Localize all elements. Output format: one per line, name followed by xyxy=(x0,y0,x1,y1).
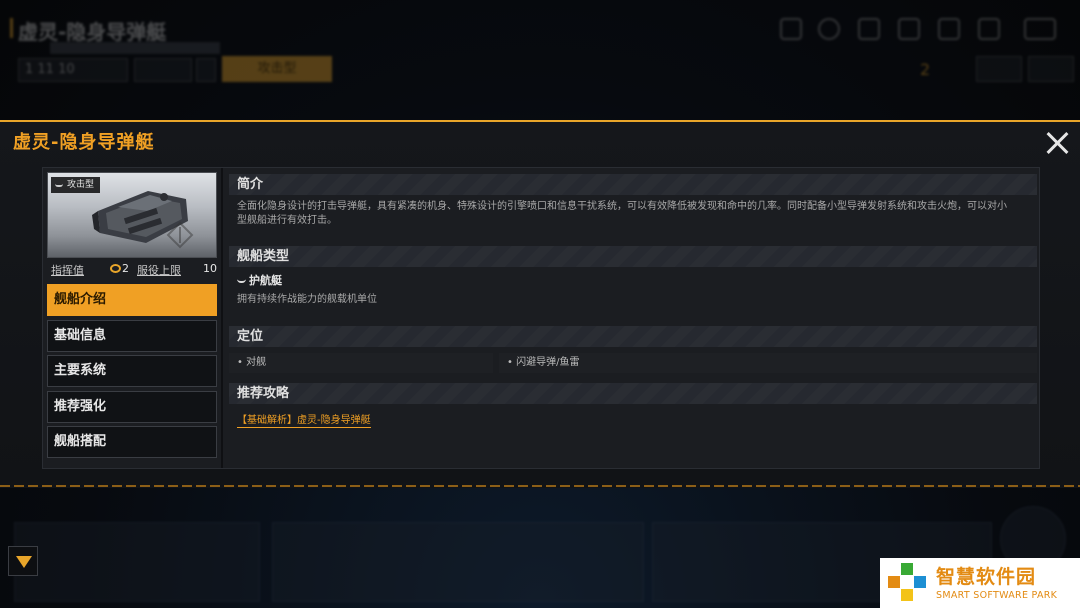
modal-bottom-border xyxy=(0,485,1080,487)
bg-stat-icon xyxy=(780,18,802,40)
bg-target-icon xyxy=(818,18,840,40)
command-value-link[interactable]: 指挥值 xyxy=(51,262,84,278)
background-gold-button: 攻击型 xyxy=(222,56,332,82)
watermark-logo-icon xyxy=(888,563,926,601)
command-coin-icon xyxy=(110,264,121,273)
escort-boat-icon xyxy=(237,277,246,283)
menu-item-recommended-upgrades[interactable]: 推荐强化 xyxy=(47,390,217,423)
section-heading-ship-type: 舰船类型 xyxy=(229,246,1037,267)
position-row: • 对舰 • 闪避导弹/鱼雷 xyxy=(229,353,1037,373)
ship-stats-row: 指挥值 2 服役上限 10 xyxy=(47,262,217,280)
bg-chart-icon xyxy=(898,18,920,40)
section-heading-strategy: 推荐攻略 xyxy=(229,383,1037,404)
game-screen: 虚灵-隐身导弹艇 1 11 10 攻击型 2 虚灵-隐身导弹艇 攻击型 指挥值 … xyxy=(0,0,1080,608)
bg-plane-icon xyxy=(858,18,880,40)
background-count: 2 xyxy=(920,60,931,79)
watermark-english-text: SMART SOFTWARE PARK xyxy=(936,590,1058,601)
strategy-link[interactable]: 【基础解析】虚灵-隐身导弹艇 xyxy=(237,411,371,428)
content-panel: 简介 全面化隐身设计的打击导弹艇，具有紧凑的机身、特殊设计的引擎喷口和信息干扰系… xyxy=(229,170,1037,466)
menu-item-main-systems[interactable]: 主要系统 xyxy=(47,355,217,387)
watermark: 智慧软件园 SMART SOFTWARE PARK xyxy=(880,558,1080,608)
background-title: 虚灵-隐身导弹艇 xyxy=(9,16,166,45)
menu-item-ship-combos[interactable]: 舰船搭配 xyxy=(47,426,217,458)
watermark-chinese-text: 智慧软件园 xyxy=(936,566,1037,588)
ship-detail-modal: 虚灵-隐身导弹艇 攻击型 指挥值 2 服役上限 10 舰船介绍 基础信息 主要系… xyxy=(0,120,1080,488)
ship-type-description: 拥有持续作战能力的舰载机单位 xyxy=(237,294,377,305)
background-stat-box xyxy=(134,58,192,82)
modal-title: 虚灵-隐身导弹艇 xyxy=(13,132,155,153)
intro-text-line1: 全面化隐身设计的打击导弹艇，具有紧凑的机身、特殊设计的引擎喷口和信息干扰系统，可… xyxy=(237,201,1007,212)
ship-menu: 舰船介绍 基础信息 主要系统 推荐强化 舰船搭配 xyxy=(47,284,217,462)
bg-panel-2 xyxy=(272,522,644,602)
background-top-bar: 虚灵-隐身导弹艇 1 11 10 攻击型 2 xyxy=(0,0,1080,118)
section-heading-position: 定位 xyxy=(229,326,1037,347)
intro-text-line2: 型舰船进行有效打击。 xyxy=(237,215,337,226)
service-limit-value: 10 xyxy=(203,262,217,275)
background-button-2 xyxy=(1028,56,1074,82)
modal-body: 攻击型 指挥值 2 服役上限 10 舰船介绍 基础信息 主要系统 推荐强化 舰船… xyxy=(42,167,1040,469)
column-divider xyxy=(221,168,223,468)
background-button-1 xyxy=(976,56,1022,82)
ship-type-icon xyxy=(55,179,63,187)
collapse-triangle-button[interactable] xyxy=(8,546,38,576)
command-value: 2 xyxy=(122,262,129,275)
close-button[interactable] xyxy=(1042,128,1072,158)
menu-item-basic-info[interactable]: 基础信息 xyxy=(47,319,217,352)
ship-card: 攻击型 xyxy=(47,172,217,258)
background-level-box: 1 11 10 xyxy=(18,58,128,82)
service-limit-link[interactable]: 服役上限 xyxy=(137,262,181,278)
bg-chat-icon xyxy=(978,18,1000,40)
ship-type-label: 护航艇 xyxy=(237,272,282,288)
position-cell-evade: • 闪避导弹/鱼雷 xyxy=(499,353,1037,373)
section-heading-intro: 简介 xyxy=(229,174,1037,195)
bg-doc-icon xyxy=(938,18,960,40)
bg-car-icon xyxy=(1024,18,1056,40)
menu-item-ship-intro[interactable]: 舰船介绍 xyxy=(47,284,217,316)
background-subtitle-bar xyxy=(50,42,220,54)
background-plus-box xyxy=(196,58,216,82)
faction-emblem-icon xyxy=(166,221,194,249)
left-column: 攻击型 指挥值 2 服役上限 10 舰船介绍 基础信息 主要系统 推荐强化 舰船… xyxy=(47,172,221,466)
position-cell-anti-ship: • 对舰 xyxy=(229,353,493,373)
ship-type-name: 护航艇 xyxy=(249,274,282,287)
bg-panel-1 xyxy=(14,522,260,602)
